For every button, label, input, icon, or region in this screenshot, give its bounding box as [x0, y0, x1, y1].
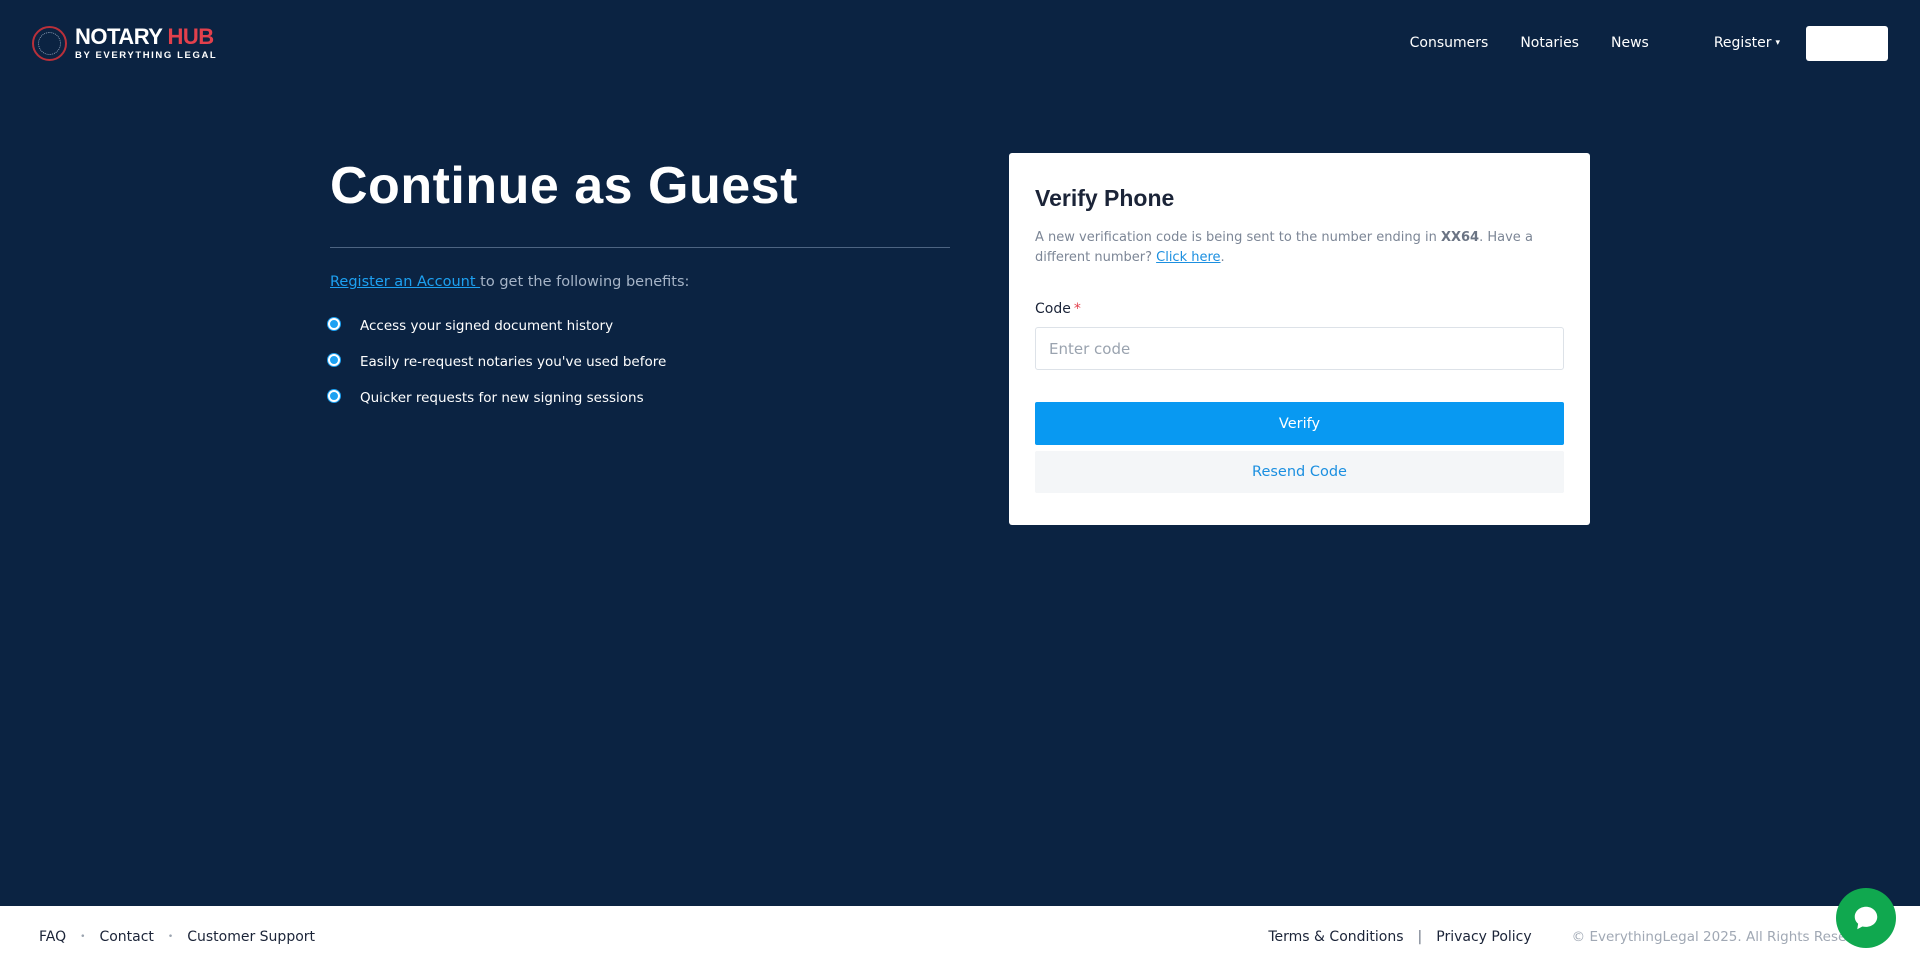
change-number-link[interactable]: Click here: [1156, 250, 1220, 265]
benefits-intro: Register an Account to get the following…: [330, 274, 950, 290]
logo-text: NOTARY HUB BY EVERYTHING LEGAL: [75, 23, 218, 61]
verification-description: A new verification code is being sent to…: [1035, 228, 1535, 268]
logo-subtitle: BY EVERYTHING LEGAL: [75, 49, 218, 61]
list-item: Easily re-request notaries you've used b…: [328, 344, 950, 380]
benefits-list: Access your signed document history Easi…: [328, 308, 950, 416]
notary-seal-icon: [32, 25, 67, 61]
register-label: Register: [1713, 35, 1772, 51]
caret-down-icon: ▾: [1775, 38, 1780, 48]
bullet-icon: [328, 354, 340, 366]
benefits-intro-text: to get the following benefits:: [480, 274, 690, 290]
site-footer: FAQ • Contact • Customer Support Terms &…: [0, 906, 1920, 968]
login-button[interactable]: Log In: [1806, 25, 1888, 61]
footer-right-links: Terms & Conditions | Privacy Policy © Ev…: [1268, 929, 1881, 945]
card-title: Verify Phone: [1035, 185, 1175, 211]
title-divider: [330, 247, 950, 248]
resend-code-button[interactable]: Resend Code: [1035, 451, 1564, 493]
site-header: NOTARY HUB BY EVERYTHING LEGAL Consumers …: [0, 0, 1920, 86]
verify-phone-card: Verify Phone A new verification code is …: [1009, 153, 1590, 525]
list-item: Access your signed document history: [328, 308, 950, 344]
benefit-text: Quicker requests for new signing session…: [360, 390, 644, 406]
code-label-text: Code: [1035, 301, 1071, 317]
logo-title-notary: NOTARY: [75, 23, 163, 49]
copyright-text: © EverythingLegal 2025. All Rights Reser…: [1571, 929, 1881, 945]
register-dropdown[interactable]: Register ▾: [1714, 35, 1780, 51]
footer-left-links: FAQ • Contact • Customer Support: [39, 929, 315, 945]
footer-support-link[interactable]: Customer Support: [187, 929, 315, 945]
nav-consumers[interactable]: Consumers: [1410, 35, 1489, 51]
nav-news[interactable]: News: [1611, 35, 1649, 51]
benefit-text: Easily re-request notaries you've used b…: [360, 354, 667, 370]
benefit-text: Access your signed document history: [360, 318, 614, 334]
chat-bubble-icon: [1854, 906, 1878, 930]
main-nav: Consumers Notaries News Register ▾ Log I…: [1378, 25, 1888, 61]
bullet-icon: [328, 318, 340, 330]
verify-button[interactable]: Verify: [1035, 402, 1564, 445]
desc-text-end: .: [1220, 250, 1225, 265]
logo-title: NOTARY HUB: [75, 23, 217, 49]
guest-benefits-section: Continue as Guest Register an Account to…: [328, 150, 950, 416]
notary-hub-logo[interactable]: NOTARY HUB BY EVERYTHING LEGAL: [32, 23, 218, 61]
footer-separator: •: [80, 932, 86, 942]
chat-button[interactable]: [1836, 888, 1896, 948]
required-mark: *: [1073, 301, 1081, 317]
phone-suffix: XX64: [1440, 230, 1480, 245]
page-title: Continue as Guest: [330, 157, 798, 215]
footer-privacy-link[interactable]: Privacy Policy: [1436, 929, 1531, 945]
bullet-icon: [328, 390, 340, 402]
footer-terms-link[interactable]: Terms & Conditions: [1268, 929, 1403, 945]
footer-faq-link[interactable]: FAQ: [39, 929, 66, 945]
code-label: Code *: [1035, 301, 1564, 317]
footer-contact-link[interactable]: Contact: [99, 929, 153, 945]
code-input[interactable]: [1035, 327, 1564, 370]
list-item: Quicker requests for new signing session…: [328, 380, 950, 416]
desc-text-start: A new verification code is being sent to…: [1035, 230, 1441, 245]
logo-title-hub: HUB: [167, 23, 214, 49]
nav-notaries[interactable]: Notaries: [1520, 35, 1579, 51]
register-account-link[interactable]: Register an Account: [330, 274, 480, 290]
footer-separator: |: [1417, 929, 1423, 945]
footer-separator: •: [167, 932, 174, 942]
